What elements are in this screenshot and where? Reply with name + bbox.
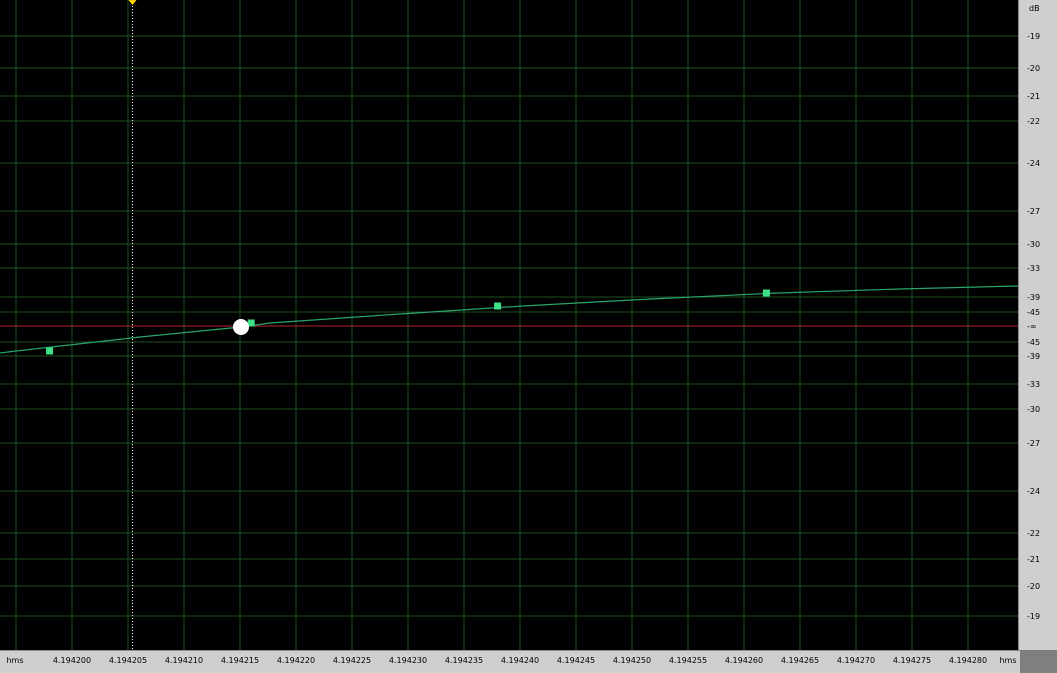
time-tick-label: 4.194270 <box>836 656 876 665</box>
time-tick-label: 4.194275 <box>892 656 932 665</box>
time-tick-label: 4.194220 <box>276 656 316 665</box>
time-tick-label: 4.194230 <box>388 656 428 665</box>
db-tick-label: -∞ <box>1027 322 1037 331</box>
db-tick-label: -24 <box>1027 159 1041 168</box>
db-tick-label: -20 <box>1027 582 1041 591</box>
db-tick-label: -21 <box>1027 92 1041 101</box>
time-tick-label: 4.194205 <box>108 656 148 665</box>
db-tick-label: -27 <box>1027 207 1041 216</box>
time-tick-label: 4.194260 <box>724 656 764 665</box>
time-tick-label: 4.194210 <box>164 656 204 665</box>
db-tick-label: -19 <box>1027 32 1041 41</box>
db-tick-label: -22 <box>1027 529 1041 538</box>
time-tick-label: 4.194255 <box>668 656 708 665</box>
db-tick-label: -21 <box>1027 555 1041 564</box>
db-tick-label: -30 <box>1027 405 1041 414</box>
time-tick-label: 4.194250 <box>612 656 652 665</box>
db-unit-label: dB <box>1029 4 1040 13</box>
time-tick-label: 4.194265 <box>780 656 820 665</box>
db-tick-label: -20 <box>1027 64 1041 73</box>
db-tick-label: -39 <box>1027 352 1041 361</box>
audio-envelope-editor: dB hms hms -19 -20 -21 -22 -24 -27 -30 -33 -39 -4… <box>0 0 1057 673</box>
db-tick-label: -39 <box>1027 293 1041 302</box>
db-tick-label: -33 <box>1027 380 1041 389</box>
time-tick-label: 4.194215 <box>220 656 260 665</box>
db-tick-label: -45 <box>1027 308 1041 317</box>
envelope-node[interactable] <box>46 347 54 355</box>
time-unit-left: hms <box>6 656 24 665</box>
time-tick-label: 4.194235 <box>444 656 484 665</box>
waveform-plot[interactable] <box>0 0 1057 673</box>
db-tick-label: -19 <box>1027 612 1041 621</box>
plot-background <box>0 0 1018 650</box>
db-tick-label: -22 <box>1027 117 1041 126</box>
db-tick-label: -24 <box>1027 487 1041 496</box>
time-tick-label: 4.194225 <box>332 656 372 665</box>
time-tick-label: 4.194245 <box>556 656 596 665</box>
db-tick-label: -45 <box>1027 338 1041 347</box>
db-tick-label: -30 <box>1027 240 1041 249</box>
time-tick-label: 4.194280 <box>948 656 988 665</box>
db-tick-label: -33 <box>1027 264 1041 273</box>
time-tick-label: 4.194240 <box>500 656 540 665</box>
envelope-node[interactable] <box>762 289 770 297</box>
time-tick-label: 4.194200 <box>52 656 92 665</box>
time-unit-right: hms <box>999 656 1017 665</box>
cursor-handle[interactable] <box>233 319 249 335</box>
corner-box <box>1020 650 1057 673</box>
db-tick-label: -27 <box>1027 439 1041 448</box>
envelope-node[interactable] <box>494 302 502 310</box>
